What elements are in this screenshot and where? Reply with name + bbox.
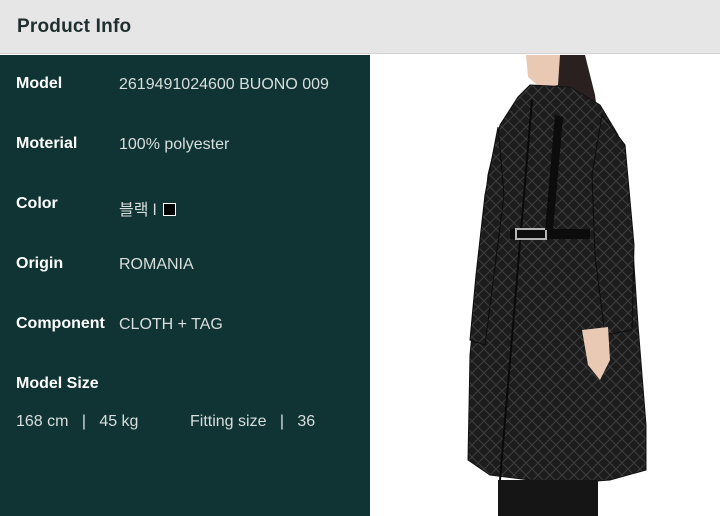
page-title: Product Info (17, 16, 132, 37)
separator: | (279, 413, 284, 430)
detail-row-origin: Origin ROMANIA (0, 255, 370, 279)
detail-row-material: Moterial 100% polyester (0, 135, 370, 159)
model-height: 168 cm (16, 413, 69, 430)
model-value: 2619491024600 BUONO 009 (119, 76, 329, 93)
material-label: Moterial (16, 135, 78, 152)
model-wearing-coat-illustration (467, 55, 647, 516)
origin-value: ROMANIA (119, 256, 194, 273)
detail-row-component: Component CLOTH + TAG (0, 315, 370, 339)
origin-label: Origin (16, 255, 64, 272)
fitting-size-value: 36 (297, 413, 316, 430)
fitting-size: Fitting size | 36 (190, 413, 315, 431)
detail-row-color: Color 블랙 l (0, 195, 370, 219)
color-value-wrap: 블랙 l (119, 196, 176, 220)
color-swatch (162, 203, 176, 216)
detail-row-model: Model 2619491024600 BUONO 009 (0, 75, 370, 99)
product-photo (370, 55, 720, 516)
material-value: 100% polyester (119, 136, 230, 153)
fitting-size-label: Fitting size (190, 413, 267, 430)
model-measurements: 168 cm | 45 kg (16, 413, 138, 431)
product-info-panel: Model 2619491024600 BUONO 009 Moterial 1… (0, 55, 370, 516)
model-size-row: Model Size (0, 375, 370, 399)
model-weight: 45 kg (99, 413, 139, 430)
model-label: Model (16, 75, 63, 92)
header-bar: Product Info (0, 0, 720, 54)
model-size-label: Model Size (16, 375, 99, 392)
component-label: Component (16, 315, 105, 332)
color-label: Color (16, 195, 58, 212)
separator: | (81, 413, 86, 430)
component-value: CLOTH + TAG (119, 316, 223, 333)
color-value: 블랙 l (119, 202, 157, 219)
